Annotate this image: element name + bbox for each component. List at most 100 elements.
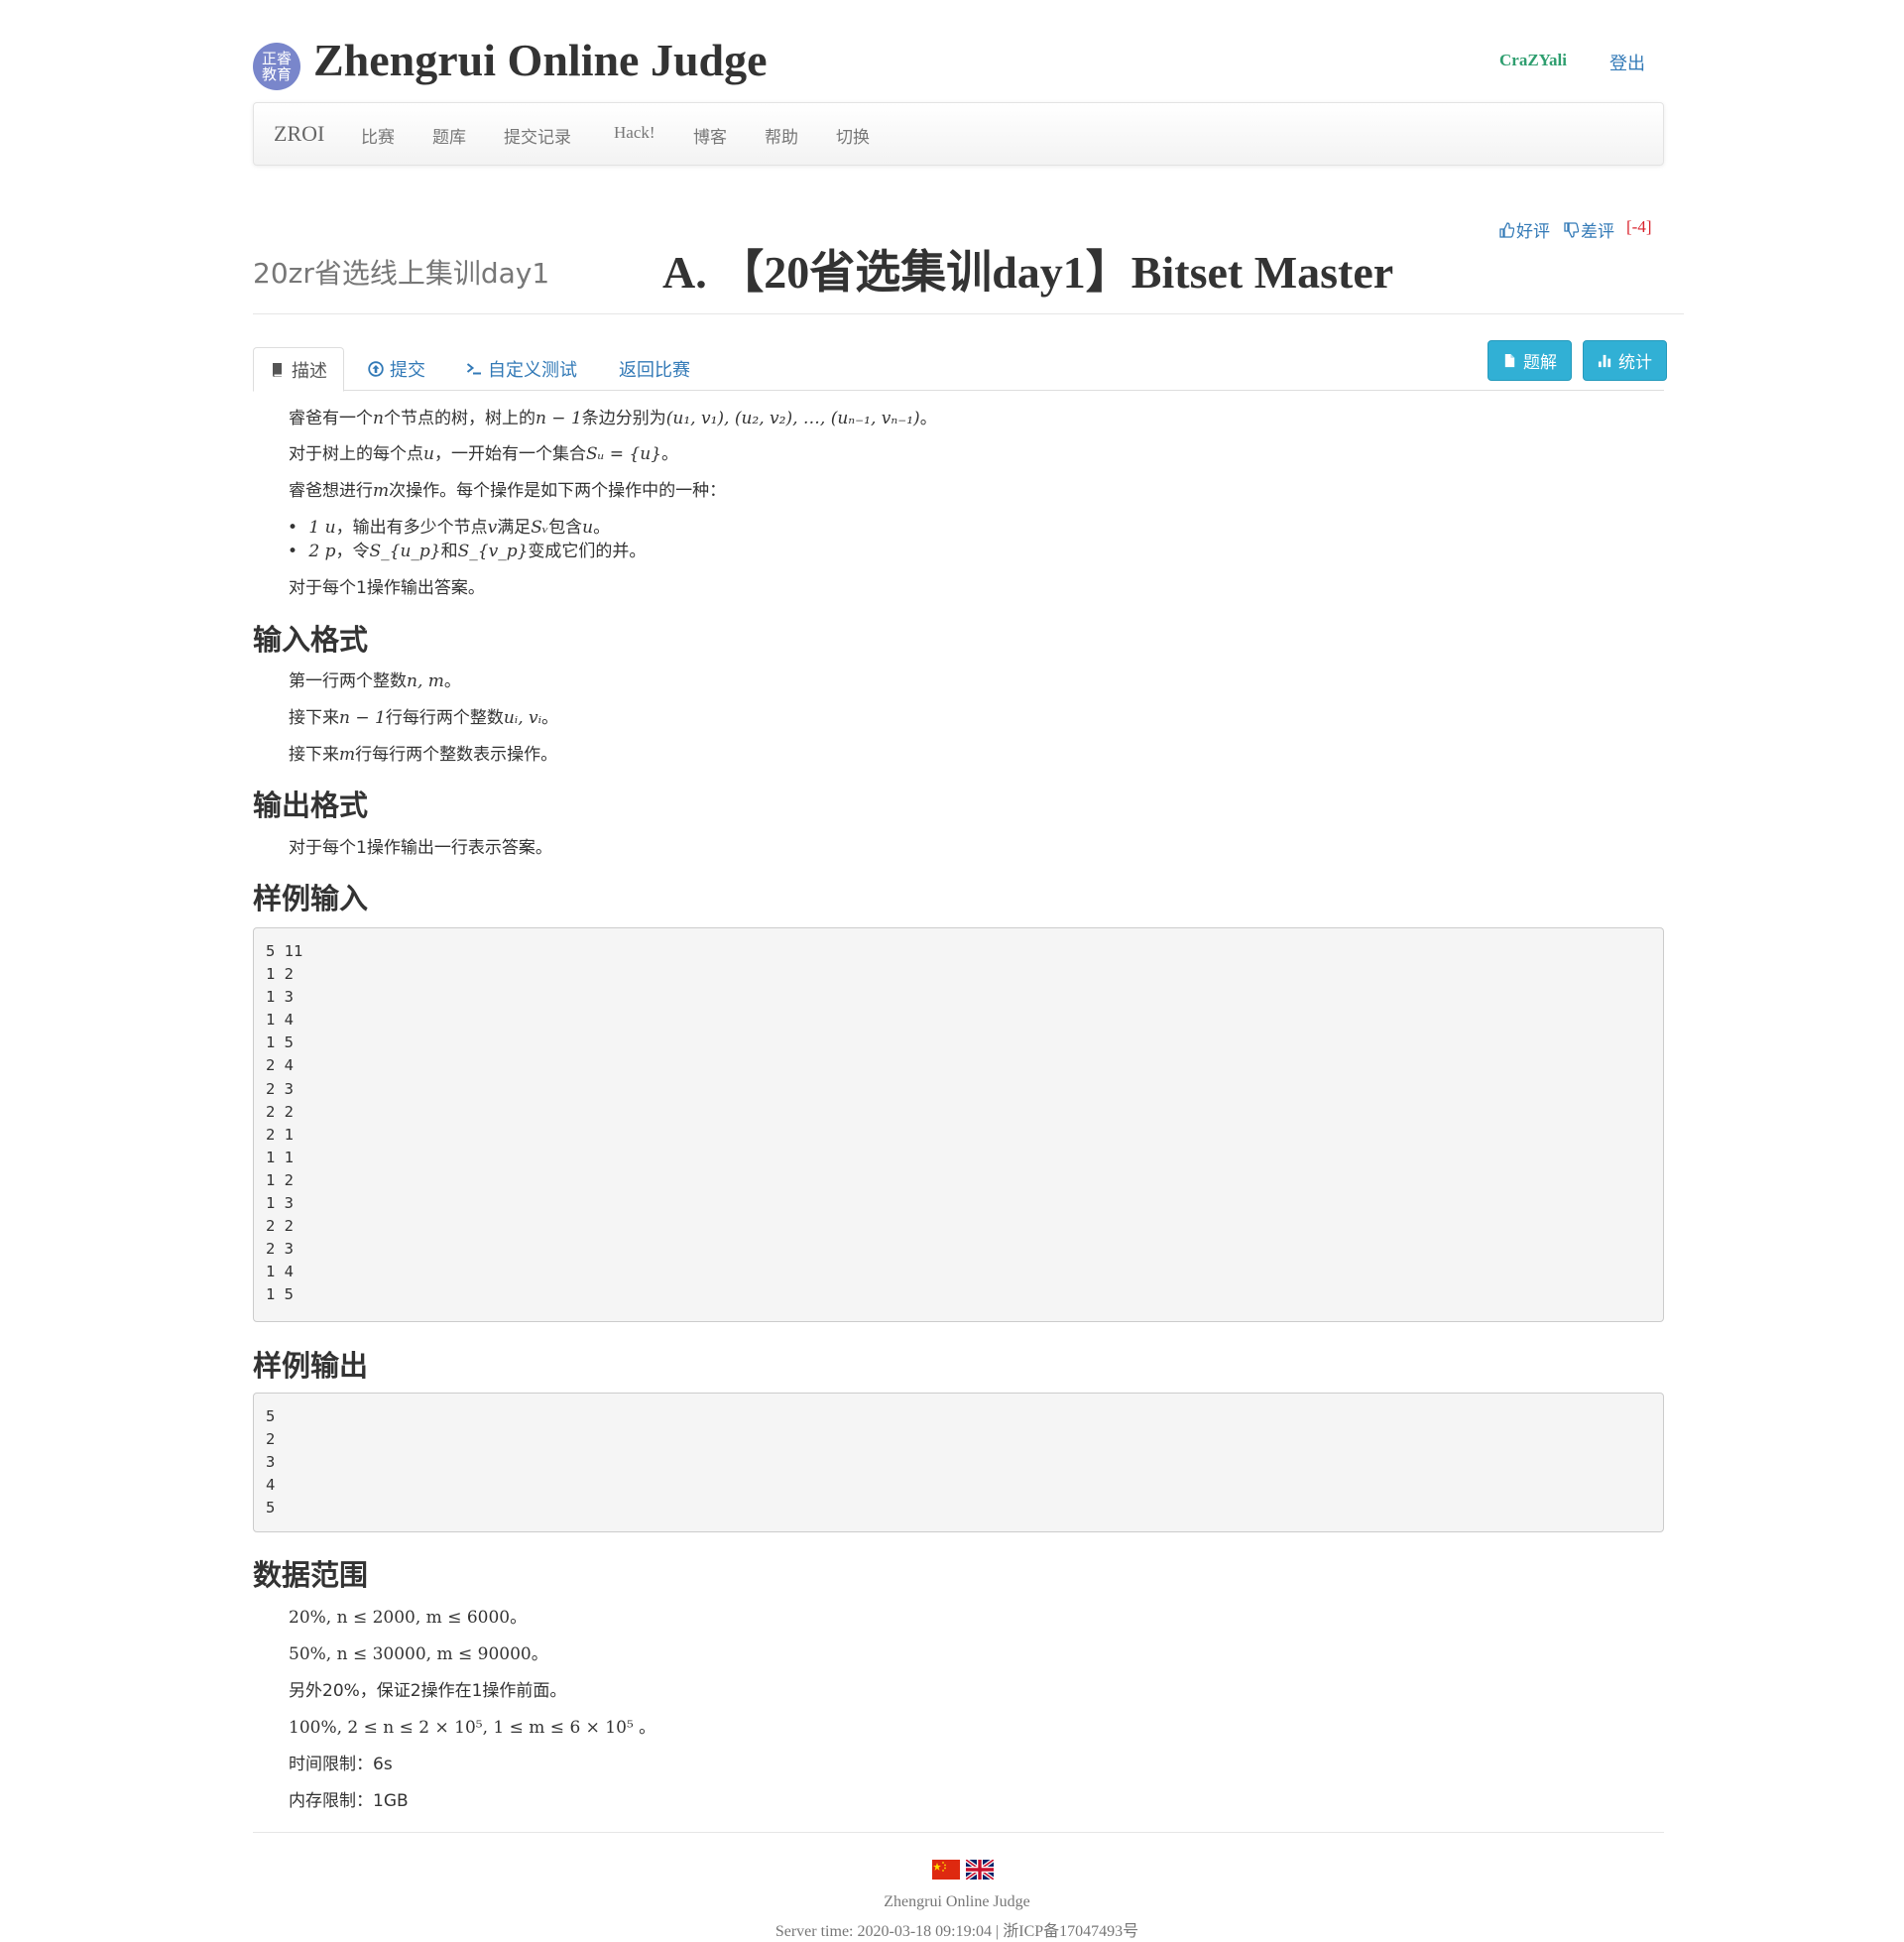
footer-site-name: Zhengrui Online Judge xyxy=(884,1893,1030,1910)
uk-flag-icon[interactable] xyxy=(966,1860,994,1880)
math: S_{v_p} xyxy=(457,542,529,561)
text: 条边分别为 xyxy=(581,409,666,428)
problem-title: A. 【20省选集训day1】Bitset Master xyxy=(662,247,1394,298)
page: 正睿 教育 Zhengrui Online Judge CraZYali 登出 … xyxy=(0,0,1904,1942)
math: n, m xyxy=(407,671,444,691)
constraint-line-1: 20%, n ≤ 2000, m ≤ 6000。 xyxy=(289,1608,528,1628)
output-format-line-1: 对于每个1操作输出一行表示答案。 xyxy=(289,838,552,858)
nav-brand[interactable]: ZROI xyxy=(274,121,324,147)
sample-input-line: 1 3 xyxy=(266,988,294,1007)
math: Sᵥ xyxy=(531,518,549,538)
text: 和 xyxy=(440,542,458,561)
math: n xyxy=(373,409,384,428)
text: 。 xyxy=(541,708,559,728)
nav-item-submissions[interactable]: 提交记录 xyxy=(504,123,571,148)
text: 包含 xyxy=(548,518,583,538)
site-logo[interactable]: 正睿 教育 xyxy=(253,43,300,90)
nav-item-problemset[interactable]: 题库 xyxy=(432,123,466,148)
thumbs-up-icon xyxy=(1499,221,1514,238)
downvote-label: 差评 xyxy=(1581,222,1614,242)
tab-submit-label: 提交 xyxy=(390,360,425,381)
sample-input-line: 1 5 xyxy=(266,1033,294,1052)
tab-submit[interactable]: 提交 xyxy=(352,347,441,391)
downvote-button[interactable]: 差评 xyxy=(1563,217,1614,242)
nav-item-switch[interactable]: 切换 xyxy=(836,123,870,148)
sample-input-line: 1 2 xyxy=(266,1170,294,1189)
sample-output-line: 3 xyxy=(266,1453,276,1472)
sample-input-line: 2 3 xyxy=(266,1240,294,1259)
constraint-line-3: 另外20%，保证2操作在1操作前面。 xyxy=(289,1681,567,1701)
sample-input-line: 1 3 xyxy=(266,1194,294,1213)
china-flag-icon[interactable] xyxy=(932,1860,960,1880)
thumbs-down-icon xyxy=(1564,221,1579,238)
math: Sᵤ = {u} xyxy=(585,444,662,464)
terminal-icon xyxy=(466,363,481,375)
text: 睿爸有一个 xyxy=(289,409,373,428)
math: m xyxy=(373,481,390,501)
upvote-label: 好评 xyxy=(1516,222,1550,242)
user-link[interactable]: CraZYali xyxy=(1499,51,1567,70)
output-format-heading: 输出格式 xyxy=(253,789,369,822)
nav-item-hack[interactable]: Hack! xyxy=(614,123,655,143)
statement-paragraph-4: 对于每个1操作输出答案。 xyxy=(289,578,485,598)
sample-input-heading: 样例输入 xyxy=(253,882,369,915)
solution-button[interactable]: 题解 xyxy=(1488,340,1572,381)
sample-input-line: 5 11 xyxy=(266,942,303,960)
statistics-button[interactable]: 统计 xyxy=(1583,340,1667,381)
tab-custom-test[interactable]: 自定义测试 xyxy=(450,347,593,391)
math: (u₁, v₁), (u₂, v₂), …, (uₙ₋₁, vₙ₋₁) xyxy=(665,409,920,428)
footer-server-time: Server time: 2020-03-18 09:19:04 | 浙ICP备… xyxy=(774,1923,1139,1940)
upvote-button[interactable]: 好评 xyxy=(1498,217,1550,242)
time-limit: 时间限制：6s xyxy=(289,1755,393,1774)
logout-link[interactable]: 登出 xyxy=(1609,50,1645,75)
math: 2 p xyxy=(308,542,336,561)
tab-back-label: 返回比赛 xyxy=(619,360,690,381)
tab-back-to-contest[interactable]: 返回比赛 xyxy=(603,347,706,391)
math: 1 u xyxy=(308,518,336,538)
sample-input-line: 1 4 xyxy=(266,1011,294,1030)
tab-custom-test-label: 自定义测试 xyxy=(488,360,577,381)
text: 。 xyxy=(443,671,461,691)
sample-output-line: 5 xyxy=(266,1499,276,1517)
text: 变成它们的并。 xyxy=(528,542,647,561)
sample-output-line: 2 xyxy=(266,1430,276,1449)
sample-input-line: 1 5 xyxy=(266,1285,294,1304)
sample-input-block[interactable]: 5 11 1 2 1 3 1 4 1 5 2 4 2 3 2 2 2 1 1 1 1 2 1 3 2 2… xyxy=(253,927,1664,1322)
math: u xyxy=(582,518,594,538)
text: ，一开始有一个集合 xyxy=(433,444,586,464)
nav-item-help[interactable]: 帮助 xyxy=(765,123,798,148)
math: n − 1 xyxy=(339,708,386,728)
math: v xyxy=(487,518,498,538)
sample-output-block[interactable]: 5 2 3 4 5 xyxy=(253,1393,1664,1532)
text: 。 xyxy=(593,518,611,538)
site-title[interactable]: Zhengrui Online Judge xyxy=(313,34,768,86)
text: 满足 xyxy=(497,518,532,538)
footer-divider xyxy=(253,1832,1664,1833)
sample-input-line: 2 4 xyxy=(266,1056,294,1075)
tab-description[interactable]: 描述 xyxy=(253,347,344,392)
constraint-line-4: 100%, 2 ≤ n ≤ 2 × 10⁵, 1 ≤ m ≤ 6 × 10⁵ 。 xyxy=(289,1718,656,1738)
sample-input-line: 2 2 xyxy=(266,1217,294,1236)
file-icon xyxy=(1504,353,1515,368)
text: 行每行两个整数 xyxy=(385,708,504,728)
text: 接下来 xyxy=(289,745,339,765)
input-format-line-1: 第一行两个整数n, m。 xyxy=(289,667,461,691)
sample-output-line: 5 xyxy=(266,1407,276,1425)
statistics-button-label: 统计 xyxy=(1618,353,1652,373)
text: ，令 xyxy=(335,542,370,561)
math: S_{u_p} xyxy=(369,542,441,561)
nav-item-blogs[interactable]: 博客 xyxy=(693,123,727,148)
input-format-line-2: 接下来n − 1行每行两个整数uᵢ, vᵢ。 xyxy=(289,703,558,728)
text: 。 xyxy=(919,409,937,428)
text: 接下来 xyxy=(289,708,339,728)
nav-item-contests[interactable]: 比赛 xyxy=(361,123,395,148)
sample-input-line: 2 3 xyxy=(266,1079,294,1098)
memory-limit: 内存限制：1GB xyxy=(289,1791,409,1811)
solution-button-label: 题解 xyxy=(1523,353,1557,373)
title-divider xyxy=(253,313,1684,314)
contest-name[interactable]: 20zr省选线上集训day1 xyxy=(253,252,549,292)
bar-chart-icon xyxy=(1598,354,1611,368)
tab-description-label: 描述 xyxy=(292,360,327,382)
statement-paragraph-1: 睿爸有一个n个节点的树，树上的n − 1条边分别为(u₁, v₁), (u₂, … xyxy=(289,404,937,428)
sample-output-line: 4 xyxy=(266,1476,276,1495)
